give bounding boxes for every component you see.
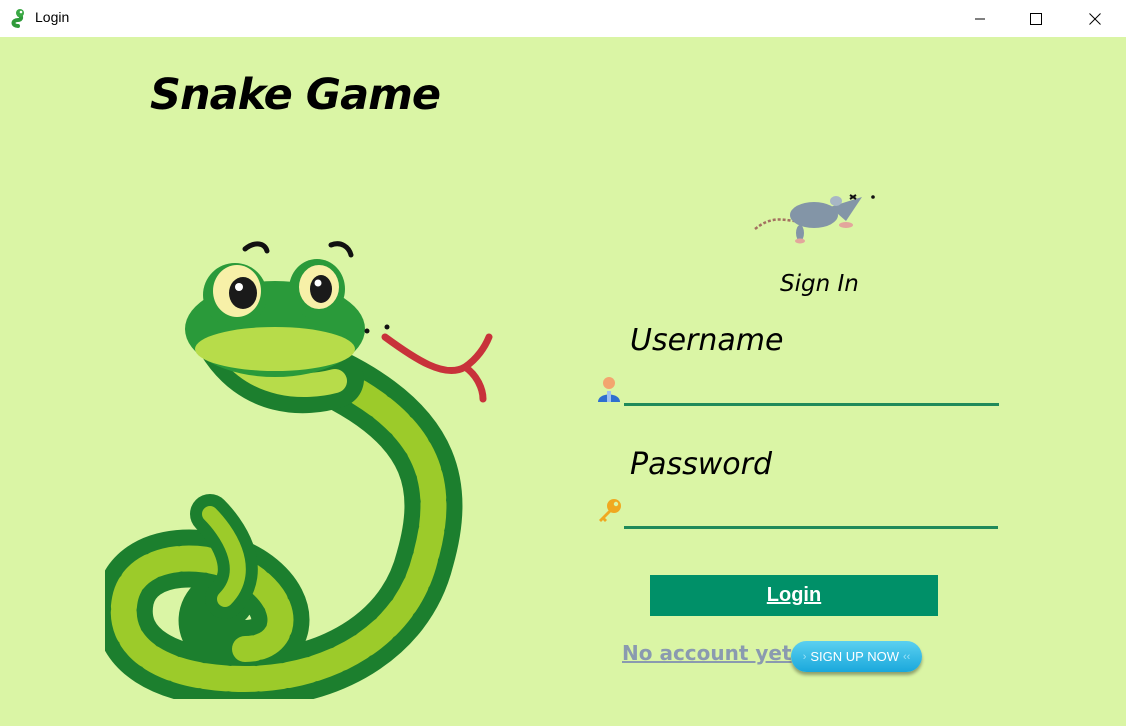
sign-up-label: SIGN UP NOW bbox=[810, 649, 899, 664]
chevron-left-icon: ‹‹ bbox=[902, 650, 911, 663]
no-account-link[interactable]: No account yet bbox=[622, 641, 792, 665]
title-bar: Login bbox=[0, 0, 1126, 37]
close-button[interactable] bbox=[1072, 0, 1118, 37]
key-icon bbox=[599, 499, 621, 522]
close-icon bbox=[1089, 12, 1101, 25]
username-label: Username bbox=[630, 323, 784, 358]
user-icon bbox=[598, 377, 620, 402]
window-title: Login bbox=[35, 9, 70, 25]
maximize-button[interactable] bbox=[1013, 0, 1059, 37]
minimize-button[interactable] bbox=[957, 0, 1003, 37]
snake-icon bbox=[11, 9, 24, 28]
mouse-illustration bbox=[754, 194, 875, 244]
password-input[interactable] bbox=[624, 496, 998, 529]
chevron-right-icon: › bbox=[802, 650, 807, 663]
game-title: Snake Game bbox=[150, 70, 441, 120]
sign-up-button[interactable]: › SIGN UP NOW ‹‹ bbox=[791, 641, 922, 672]
password-label: Password bbox=[630, 447, 773, 482]
username-input[interactable] bbox=[624, 373, 999, 406]
maximize-icon bbox=[1030, 12, 1042, 25]
login-panel: Snake Game Sign In Username Password Log… bbox=[0, 37, 1126, 726]
snake-illustration bbox=[105, 241, 493, 699]
sign-in-heading: Sign In bbox=[780, 271, 859, 297]
minimize-icon bbox=[975, 18, 985, 19]
login-button[interactable]: Login bbox=[650, 575, 938, 616]
